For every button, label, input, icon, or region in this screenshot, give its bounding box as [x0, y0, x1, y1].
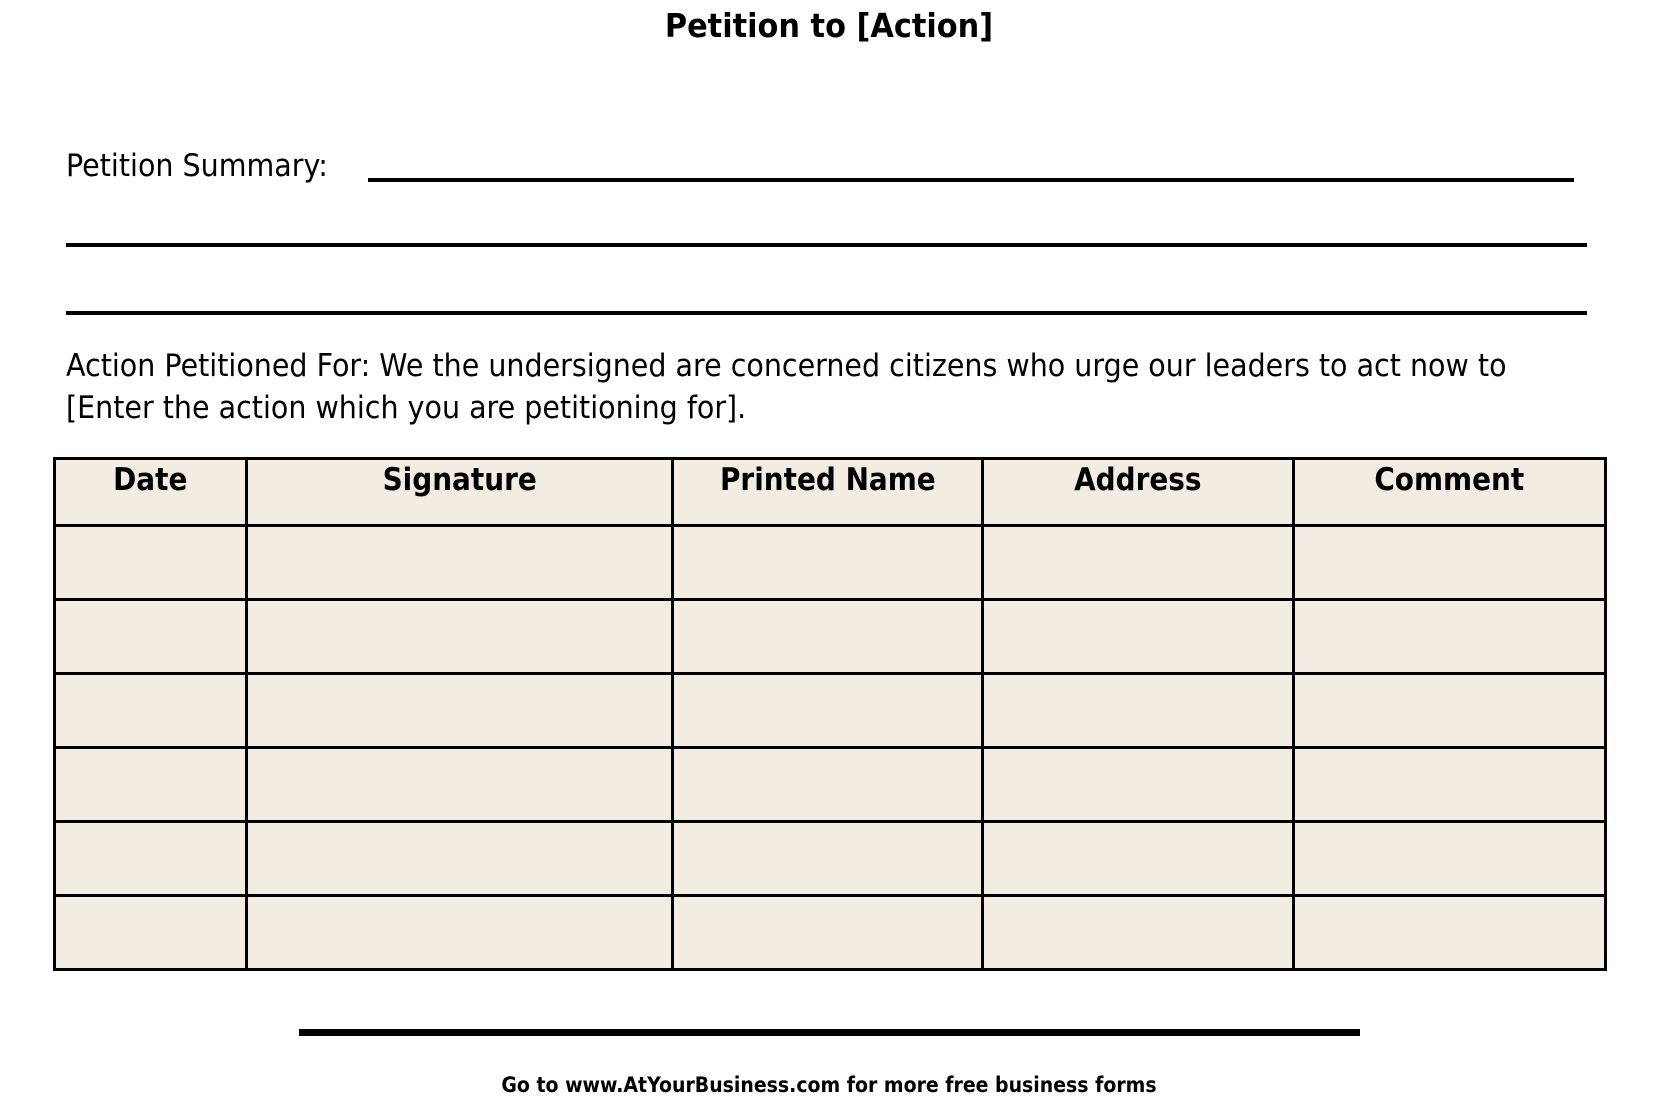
printed-name-cell[interactable]: [671, 894, 984, 971]
table-row: [53, 524, 1607, 601]
address-cell[interactable]: [981, 598, 1295, 675]
column-header-label: Printed Name: [719, 462, 936, 498]
signature-cell[interactable]: [245, 894, 674, 971]
address-cell[interactable]: [981, 672, 1295, 749]
table-header-row: Date Signature Printed Name Address Comm…: [53, 457, 1607, 527]
signature-table: Date Signature Printed Name Address Comm…: [53, 457, 1607, 971]
printed-name-cell[interactable]: [671, 672, 984, 749]
signature-cell[interactable]: [245, 672, 674, 749]
column-header-date: Date: [53, 457, 248, 527]
summary-line-3[interactable]: [66, 311, 1587, 315]
date-cell[interactable]: [53, 820, 248, 897]
column-header-label: Comment: [1374, 462, 1525, 498]
column-header-address: Address: [981, 457, 1295, 527]
column-header-label: Address: [1074, 462, 1202, 498]
date-cell[interactable]: [53, 524, 248, 601]
summary-line-1[interactable]: [368, 178, 1574, 182]
summary-line-2[interactable]: [66, 243, 1587, 247]
date-cell[interactable]: [53, 672, 248, 749]
column-header-printed-name: Printed Name: [671, 457, 984, 527]
date-cell[interactable]: [53, 746, 248, 823]
column-header-comment: Comment: [1292, 457, 1607, 527]
comment-cell[interactable]: [1292, 672, 1607, 749]
comment-cell[interactable]: [1292, 524, 1607, 601]
printed-name-cell[interactable]: [671, 820, 984, 897]
table-row: [53, 820, 1607, 897]
address-cell[interactable]: [981, 746, 1295, 823]
column-header-signature: Signature: [245, 457, 674, 527]
address-cell[interactable]: [981, 524, 1295, 601]
column-header-label: Date: [113, 462, 188, 498]
printed-name-cell[interactable]: [671, 524, 984, 601]
table-row: [53, 746, 1607, 823]
date-cell[interactable]: [53, 894, 248, 971]
comment-cell[interactable]: [1292, 820, 1607, 897]
comment-cell[interactable]: [1292, 746, 1607, 823]
address-cell[interactable]: [981, 820, 1295, 897]
action-petitioned-text: Action Petitioned For: We the undersigne…: [66, 348, 1507, 426]
comment-cell[interactable]: [1292, 894, 1607, 971]
footer-note: Go to www.AtYourBusiness.com for more fr…: [501, 1073, 1157, 1097]
petition-summary-label: Petition Summary:: [66, 148, 328, 184]
address-cell[interactable]: [981, 894, 1295, 971]
printed-name-cell[interactable]: [671, 746, 984, 823]
date-cell[interactable]: [53, 598, 248, 675]
footer-divider: [299, 1029, 1360, 1036]
signature-cell[interactable]: [245, 820, 674, 897]
table-row: [53, 672, 1607, 749]
signature-cell[interactable]: [245, 746, 674, 823]
printed-name-cell[interactable]: [671, 598, 984, 675]
signature-cell[interactable]: [245, 524, 674, 601]
table-row: [53, 598, 1607, 675]
document-title: Petition to [Action]: [664, 6, 994, 45]
table-row: [53, 894, 1607, 971]
column-header-label: Signature: [382, 462, 537, 498]
signature-cell[interactable]: [245, 598, 674, 675]
comment-cell[interactable]: [1292, 598, 1607, 675]
